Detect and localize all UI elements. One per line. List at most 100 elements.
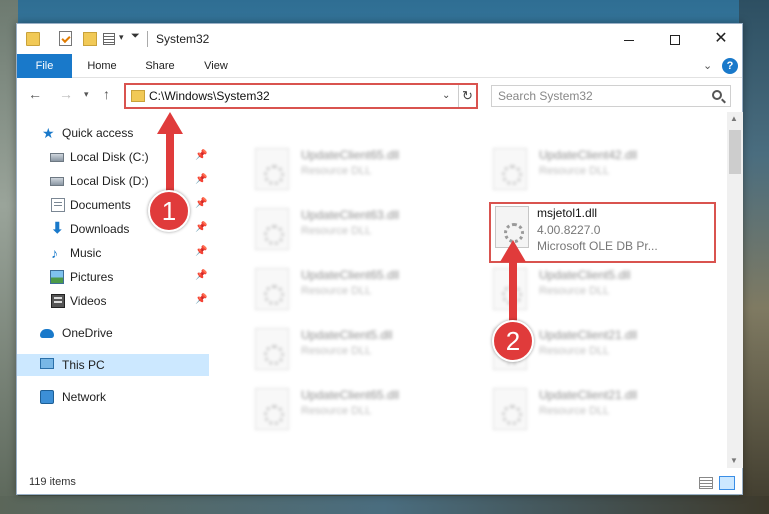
sidebar-item-pictures[interactable]: Pictures 📌 (17, 266, 209, 288)
window-title: System32 (156, 32, 210, 46)
drive-icon (50, 177, 64, 186)
recent-locations-icon[interactable]: ▾ (84, 89, 89, 100)
tab-view[interactable]: View (197, 54, 235, 78)
file-type: Resource DLL (301, 285, 372, 297)
new-folder-icon[interactable] (83, 32, 97, 46)
maximize-button[interactable] (652, 24, 698, 54)
forward-arrow-icon[interactable]: → (59, 86, 73, 102)
search-input[interactable]: Search System32 (491, 85, 731, 107)
dll-file-icon (255, 148, 289, 190)
network-icon (40, 390, 54, 404)
file-type: Resource DLL (539, 405, 610, 417)
file-type: Resource DLL (539, 345, 610, 357)
file-type: Resource DLL (301, 165, 372, 177)
list-item[interactable]: UpdateClient21.dll Resource DLL (485, 384, 713, 434)
scroll-up-icon[interactable]: ▲ (730, 114, 738, 123)
file-name: UpdateClient21.dll (539, 388, 638, 402)
file-name: UpdateClient65.dll (301, 148, 400, 162)
list-item[interactable]: UpdateClient5.dll Resource DLL (485, 264, 713, 314)
tab-share[interactable]: Share (137, 54, 183, 78)
help-icon[interactable]: ? (722, 58, 738, 74)
background-bottom (0, 496, 769, 514)
pin-icon[interactable]: 📌 (195, 174, 207, 185)
title-bar: ▾ ⏷ System32 ✕ (17, 24, 742, 54)
pin-icon[interactable]: 📌 (195, 222, 207, 233)
pin-icon[interactable]: 📌 (195, 150, 207, 161)
expand-ribbon-chevron-icon[interactable]: ⌄ (703, 59, 712, 72)
sidebar-item-label: Pictures (70, 270, 114, 284)
list-item[interactable]: UpdateClient65.dll Resource DLL (247, 264, 475, 314)
dll-file-icon (255, 268, 289, 310)
file-name: UpdateClient5.dll (539, 268, 631, 282)
back-arrow-icon[interactable]: ← (28, 86, 42, 102)
pin-icon[interactable]: 📌 (195, 294, 207, 305)
dll-file-icon (255, 208, 289, 250)
refresh-icon[interactable]: ↻ (458, 85, 476, 107)
documents-icon (51, 198, 65, 212)
view-options-icon[interactable] (103, 33, 115, 45)
music-note-icon: ♪ (51, 245, 58, 261)
sidebar-item-label: Quick access (62, 126, 134, 140)
address-bar[interactable]: C:\Windows\System32 ⌄ ↻ (124, 83, 478, 109)
sidebar-item-label: This PC (62, 358, 105, 372)
maximize-icon (670, 35, 680, 46)
address-dropdown-icon[interactable]: ⌄ (442, 90, 450, 101)
dll-file-icon (255, 388, 289, 430)
list-item[interactable]: UpdateClient65.dll Resource DLL (247, 144, 475, 194)
vertical-scrollbar[interactable]: ▲ ▼ (727, 112, 743, 468)
address-path[interactable]: C:\Windows\System32 (149, 89, 270, 103)
search-placeholder: Search System32 (498, 89, 593, 103)
list-item[interactable]: UpdateClient63.dll Resource DLL (247, 204, 475, 254)
annotation-arrowhead-1 (157, 112, 183, 134)
sidebar-item-label: Local Disk (C:) (70, 150, 149, 164)
scroll-down-icon[interactable]: ▼ (730, 456, 738, 465)
sidebar-item-onedrive[interactable]: OneDrive (17, 322, 209, 344)
drive-icon (50, 153, 64, 162)
sidebar-item-network[interactable]: Network (17, 386, 209, 408)
sidebar-item-label: Documents (70, 198, 131, 212)
sidebar-item-label: Videos (70, 294, 107, 308)
sidebar-item-videos[interactable]: Videos 📌 (17, 290, 209, 312)
pin-icon[interactable]: 📌 (195, 198, 207, 209)
annotation-arrow-2 (509, 258, 517, 324)
tab-file[interactable]: File (17, 54, 72, 78)
list-item[interactable]: UpdateClient65.dll Resource DLL (247, 384, 475, 434)
sidebar-item-music[interactable]: ♪ Music 📌 (17, 242, 209, 264)
file-name: msjetol1.dll (537, 206, 598, 220)
pin-icon[interactable]: 📌 (195, 246, 207, 257)
sidebar-item-local-disk-c[interactable]: Local Disk (C:) 📌 (17, 146, 209, 168)
annotation-badge-1: 1 (148, 190, 190, 232)
minimize-button[interactable] (606, 24, 652, 54)
sidebar-item-label: OneDrive (62, 326, 113, 340)
customize-toolbar-icon[interactable]: ⏷ (131, 30, 140, 46)
dll-file-icon (255, 328, 289, 370)
dll-file-icon (493, 388, 527, 430)
download-arrow-icon: ⬇ (51, 220, 64, 237)
list-item[interactable]: UpdateClient42.dll Resource DLL (485, 144, 713, 194)
annotation-badge-2: 2 (492, 320, 534, 362)
cloud-icon (40, 329, 54, 338)
file-name: UpdateClient63.dll (301, 208, 400, 222)
sidebar-item-local-disk-d[interactable]: Local Disk (D:) 📌 (17, 170, 209, 192)
scroll-thumb[interactable] (729, 130, 741, 174)
file-type: Resource DLL (301, 405, 372, 417)
up-arrow-icon[interactable]: ↑ (103, 86, 110, 102)
pin-icon[interactable]: 📌 (195, 270, 207, 281)
details-view-icon[interactable] (699, 477, 713, 489)
list-item[interactable]: UpdateClient5.dll Resource DLL (247, 324, 475, 374)
monitor-icon (40, 358, 54, 369)
properties-icon[interactable] (59, 31, 72, 46)
caret-down-icon[interactable]: ▾ (119, 32, 124, 48)
sidebar-item-this-pc[interactable]: This PC (17, 354, 209, 376)
close-button[interactable]: ✕ (698, 24, 744, 54)
file-name: UpdateClient5.dll (301, 328, 393, 342)
file-type: Resource DLL (301, 345, 372, 357)
large-icons-view-icon[interactable] (719, 476, 735, 490)
item-count: 119 items (29, 476, 76, 488)
file-name: UpdateClient65.dll (301, 388, 400, 402)
file-description: Microsoft OLE DB Pr... (537, 239, 658, 253)
title-separator (147, 31, 148, 47)
tab-home[interactable]: Home (80, 54, 124, 78)
navigation-bar: ← → ▾ ↑ C:\Windows\System32 ⌄ ↻ Search S… (17, 79, 742, 111)
search-icon[interactable] (712, 90, 722, 100)
